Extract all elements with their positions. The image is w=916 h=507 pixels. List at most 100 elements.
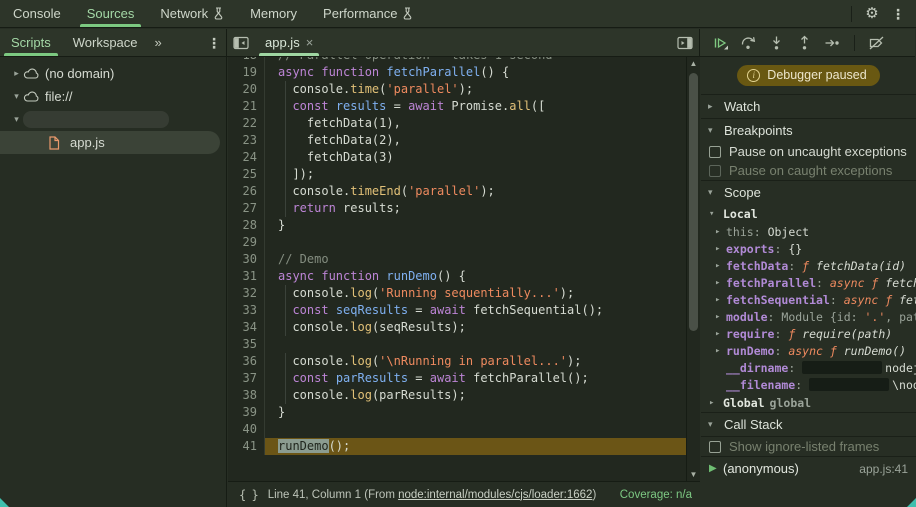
line-number[interactable]: 22 (228, 115, 265, 132)
step-over-button[interactable] (736, 32, 761, 54)
code-token: = (408, 371, 430, 385)
call-stack-frame[interactable]: ▶(anonymous)app.js:41 (701, 457, 916, 480)
editor-tab-appjs[interactable]: app.js × (255, 29, 323, 56)
scrollbar-thumb[interactable] (689, 73, 698, 331)
chevron-right-icon[interactable]: ▸ (715, 261, 726, 271)
line-number[interactable]: 27 (228, 200, 265, 217)
code-line-31: 31async function runDemo() { (228, 268, 700, 285)
scope-variable-__dirname[interactable]: __dirname: nodejs (701, 359, 916, 376)
chevron-right-icon[interactable]: ▸ (715, 227, 726, 237)
line-number[interactable]: 37 (228, 370, 265, 387)
scope-variable-runDemo[interactable]: ▸runDemo: async ƒ runDemo() (701, 342, 916, 359)
tree-item-label: file:// (45, 89, 72, 104)
sidebar-tab-scripts[interactable]: Scripts (0, 29, 62, 56)
line-number[interactable]: 21 (228, 98, 265, 115)
line-number[interactable]: 18 (228, 57, 265, 64)
line-number[interactable]: 32 (228, 285, 265, 302)
tree-item-app.js[interactable]: app.js (0, 131, 220, 154)
scope-variable-require[interactable]: ▸require: ƒ require(path) (701, 325, 916, 342)
scroll-up-icon[interactable]: ▲ (687, 59, 700, 68)
debugger-sidebar: i Debugger paused ▸ Watch ▾ Breakpoints … (701, 57, 916, 507)
scope-variable-this[interactable]: ▸this: Object (701, 223, 916, 240)
code-viewport[interactable]: 18// Parallel operation - takes 1 second… (228, 57, 700, 481)
checkbox-icon[interactable] (709, 165, 721, 177)
editor-scrollbar[interactable]: ▲ ▼ (686, 57, 700, 481)
more-tabs-button[interactable]: » (149, 29, 169, 56)
scope-variable-fetchData[interactable]: ▸fetchData: ƒ fetchData(id) (701, 257, 916, 274)
breakpoints-header[interactable]: ▾ Breakpoints (701, 119, 916, 142)
chevron-right-icon[interactable]: ▸ (715, 312, 726, 322)
checkbox-icon[interactable] (709, 146, 721, 158)
tree-item-nodomain[interactable]: ▸(no domain) (0, 62, 226, 85)
deactivate-breakpoints-button[interactable] (864, 32, 889, 54)
scope-variable-module[interactable]: ▸module: Module {id: '.', path: '…' (701, 308, 916, 325)
main-menu-button[interactable]: ⋮ (886, 2, 910, 26)
scope-header[interactable]: ▾ Scope (701, 181, 916, 204)
code-text: } (265, 217, 700, 234)
code-token: const (292, 371, 328, 385)
line-number[interactable]: 23 (228, 132, 265, 149)
chevron-right-icon[interactable]: ▸ (709, 398, 718, 408)
line-number[interactable]: 41 (228, 438, 265, 455)
line-number[interactable]: 36 (228, 353, 265, 370)
step-out-button[interactable] (792, 32, 817, 54)
breakpoint-option[interactable]: Pause on caught exceptions (701, 161, 916, 180)
chevron-right-icon[interactable]: ▸ (715, 244, 726, 254)
call-stack-header[interactable]: ▾ Call Stack (701, 413, 916, 436)
line-number[interactable]: 26 (228, 183, 265, 200)
resume-button[interactable] (708, 32, 733, 54)
watch-header[interactable]: ▸ Watch (701, 95, 916, 118)
line-number[interactable]: 38 (228, 387, 265, 404)
panel-tab-performance[interactable]: Performance (310, 0, 426, 27)
panel-tab-memory[interactable]: Memory (237, 0, 310, 27)
scope-variable-fetchSequential[interactable]: ▸fetchSequential: async ƒ fetchSequentia… (701, 291, 916, 308)
chevron-right-icon[interactable]: ▸ (715, 295, 726, 305)
line-number[interactable]: 25 (228, 166, 265, 183)
line-number[interactable]: 30 (228, 251, 265, 268)
sidebar-tab-workspace[interactable]: Workspace (62, 29, 149, 56)
toggle-navigator-button[interactable] (227, 29, 255, 56)
step-button[interactable] (820, 32, 845, 54)
line-number[interactable]: 24 (228, 149, 265, 166)
line-number[interactable]: 19 (228, 64, 265, 81)
line-number[interactable]: 20 (228, 81, 265, 98)
ignore-listed-toggle[interactable]: Show ignore-listed frames (701, 436, 916, 457)
checkbox-icon[interactable] (709, 441, 721, 453)
pretty-print-button[interactable]: { } (236, 487, 261, 503)
chevron-down-icon[interactable]: ▾ (10, 91, 23, 102)
breakpoint-option[interactable]: Pause on uncaught exceptions (701, 142, 916, 161)
scope-variable-__filename[interactable]: __filename: \nodejs (701, 376, 916, 393)
navigator-menu-button[interactable]: ⋮ (202, 31, 226, 55)
code-text: console.time('parallel'); (265, 81, 700, 98)
line-number[interactable]: 33 (228, 302, 265, 319)
step-into-button[interactable] (764, 32, 789, 54)
line-number[interactable]: 34 (228, 319, 265, 336)
chevron-right-icon[interactable]: ▸ (715, 329, 726, 339)
chevron-right-icon[interactable]: ▸ (715, 278, 726, 288)
line-number[interactable]: 40 (228, 421, 265, 438)
scroll-down-icon[interactable]: ▼ (687, 470, 700, 479)
toggle-debugger-panel-button[interactable] (671, 29, 699, 56)
chevron-right-icon[interactable]: ▸ (715, 346, 726, 356)
close-tab-icon[interactable]: × (306, 35, 314, 50)
tree-item-redacted-folder[interactable]: ▾ (0, 108, 226, 131)
scope-local-header[interactable]: ▾Local (701, 204, 916, 223)
settings-button[interactable]: ⚙ (860, 2, 884, 26)
scope-variable-fetchParallel[interactable]: ▸fetchParallel: async ƒ fetchParallel() (701, 274, 916, 291)
chevron-down-icon[interactable]: ▾ (709, 209, 718, 219)
scope-global-header[interactable]: ▸Globalglobal (701, 393, 916, 412)
scope-variable-exports[interactable]: ▸exports: {} (701, 240, 916, 257)
source-map-link[interactable]: node:internal/modules/cjs/loader:1662 (398, 489, 592, 501)
line-number[interactable]: 35 (228, 336, 265, 353)
code-line-39: 39} (228, 404, 700, 421)
chevron-right-icon[interactable]: ▸ (10, 68, 23, 79)
line-number[interactable]: 39 (228, 404, 265, 421)
tree-item-file[interactable]: ▾ file:// (0, 85, 226, 108)
line-number[interactable]: 28 (228, 217, 265, 234)
line-number[interactable]: 29 (228, 234, 265, 251)
panel-tab-network[interactable]: Network (147, 0, 237, 27)
panel-tab-sources[interactable]: Sources (74, 0, 148, 27)
chevron-down-icon[interactable]: ▾ (10, 114, 23, 125)
line-number[interactable]: 31 (228, 268, 265, 285)
panel-tab-console[interactable]: Console (0, 0, 74, 27)
